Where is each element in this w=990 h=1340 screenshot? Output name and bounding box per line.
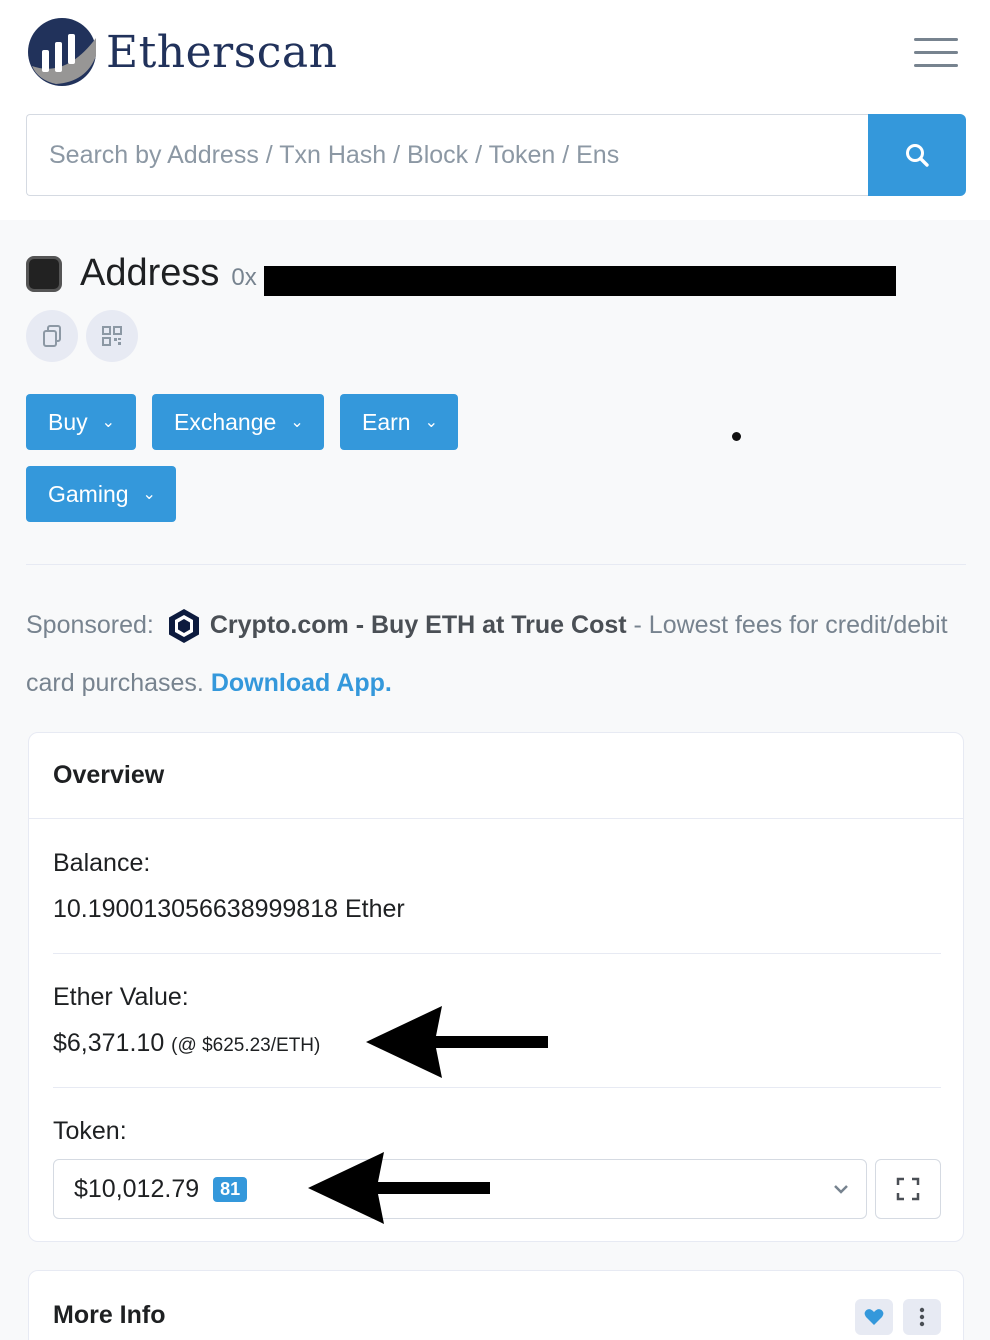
copy-address-button[interactable]: [26, 310, 78, 362]
token-label: Token:: [53, 1117, 127, 1145]
buy-label: Buy: [48, 408, 88, 435]
chevron-down-icon: ⌄: [424, 414, 438, 431]
overview-title: Overview: [29, 733, 963, 819]
download-app-link[interactable]: Download App.: [211, 669, 392, 697]
more-info-title: More Info: [53, 1301, 166, 1329]
redacted-address-bar: [264, 266, 896, 296]
hamburger-menu-icon[interactable]: [914, 38, 958, 72]
address-prefix: 0x: [231, 263, 257, 291]
more-vertical-icon: [919, 1307, 925, 1327]
exchange-label: Exchange: [174, 408, 277, 435]
ether-value-label: Ether Value:: [53, 983, 189, 1011]
chevron-down-icon: ⌄: [101, 414, 116, 431]
gaming-label: Gaming: [48, 480, 129, 507]
gaming-dropdown-button[interactable]: Gaming ⌄: [26, 466, 176, 522]
qr-code-button[interactable]: [86, 310, 138, 362]
earn-dropdown-button[interactable]: Earn ⌄: [340, 394, 458, 450]
etherscan-logo[interactable]: Etherscan: [26, 16, 338, 88]
overview-card: Overview Balance: 10.190013056638999818 …: [28, 732, 964, 1242]
row-divider: [53, 953, 941, 954]
ether-price: (@ $625.23/ETH): [171, 1035, 321, 1056]
ether-value: $6,371.10: [53, 1029, 165, 1057]
ether-value-row: $6,371.10 (@ $625.23/ETH): [53, 1029, 320, 1058]
address-avatar: [26, 255, 62, 292]
search-input[interactable]: [26, 114, 868, 196]
row-divider: [53, 1087, 941, 1088]
copy-icon: [43, 325, 61, 347]
sponsored-label: Sponsored:: [26, 611, 154, 639]
chevron-down-icon: ⌄: [142, 486, 156, 503]
chevron-down-icon: [834, 1185, 848, 1194]
section-divider: [26, 564, 966, 565]
etherscan-logo-icon: [28, 18, 96, 86]
address-title: Address: [80, 252, 220, 294]
brand-name: Etherscan: [106, 26, 338, 78]
expand-icon: [896, 1177, 920, 1201]
qr-code-icon: [102, 326, 122, 346]
more-options-button[interactable]: [903, 1299, 941, 1335]
token-value: $10,012.79: [74, 1174, 200, 1203]
search-bar: [26, 114, 966, 196]
token-count-badge: 81: [213, 1176, 248, 1202]
search-button[interactable]: [868, 114, 966, 196]
favorite-button[interactable]: [855, 1299, 893, 1335]
address-heading: Address 0x: [26, 252, 257, 295]
earn-label: Earn: [362, 408, 411, 435]
balance-label: Balance:: [53, 849, 151, 877]
arrow-pointing-left-icon: [366, 1006, 548, 1078]
search-icon: [906, 144, 929, 167]
exchange-dropdown-button[interactable]: Exchange ⌄: [152, 394, 324, 450]
sponsor-brand-link[interactable]: Crypto.com - Buy ETH at True Cost: [210, 611, 627, 639]
buy-dropdown-button[interactable]: Buy ⌄: [26, 394, 136, 450]
balance-value: 10.190013056638999818 Ether: [53, 895, 405, 923]
chevron-down-icon: ⌄: [290, 414, 304, 431]
heart-icon: [864, 1309, 884, 1325]
site-header: Etherscan: [0, 0, 990, 220]
expand-token-view-button[interactable]: [875, 1159, 941, 1219]
stray-dot: [732, 432, 741, 441]
more-info-card: More Info: [28, 1270, 964, 1340]
sponsored-banner: Sponsored: Crypto.com - Buy ETH at True …: [26, 596, 956, 712]
crypto-com-logo-icon: [168, 609, 199, 644]
arrow-pointing-left-icon: [308, 1152, 490, 1224]
